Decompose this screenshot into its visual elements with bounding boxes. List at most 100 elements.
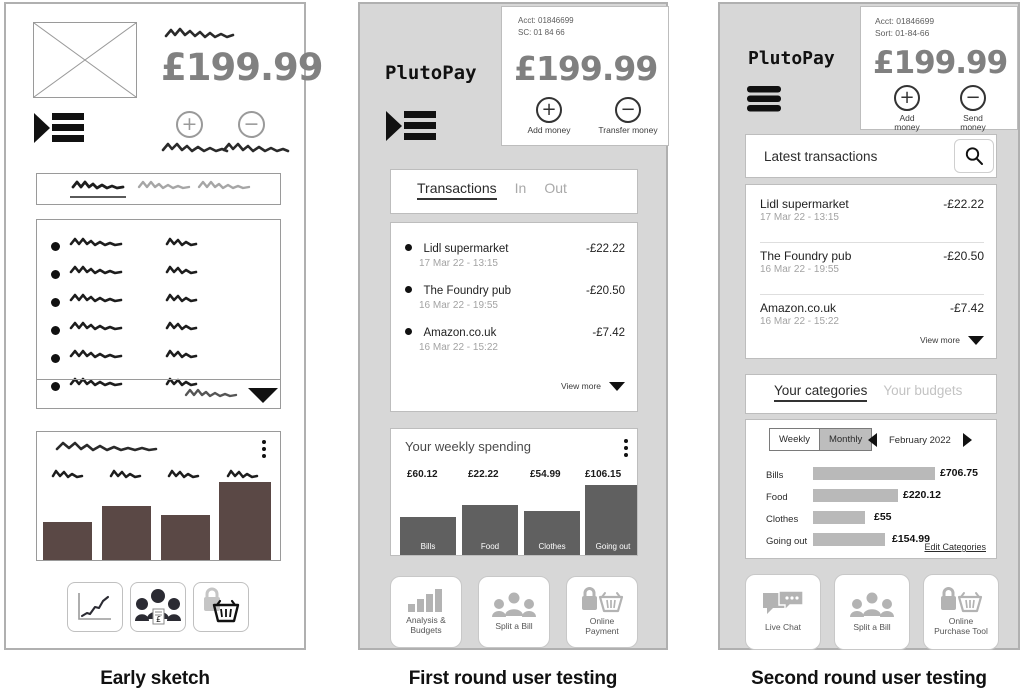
- transaction-amount: -£7.42: [592, 327, 625, 339]
- scribble-tab-in: [137, 180, 191, 190]
- transaction-name-wrap: Amazon.co.uk: [405, 323, 496, 341]
- scribble-bar-value: [167, 469, 200, 479]
- transaction-name-wrap: The Foundry pub: [405, 281, 511, 299]
- nav-label: Online Payment: [585, 616, 619, 636]
- search-input[interactable]: Latest transactions: [764, 149, 877, 164]
- view-more-button[interactable]: View more: [920, 335, 984, 345]
- tab-in[interactable]: In: [515, 180, 527, 200]
- transfer-money-button[interactable]: −: [238, 111, 265, 138]
- scribble-txn-amount: [165, 321, 198, 331]
- sketch-view-more-row[interactable]: [36, 379, 281, 409]
- edit-categories-link[interactable]: Edit Categories: [924, 542, 986, 552]
- segment-monthly[interactable]: Monthly: [818, 429, 872, 450]
- chart-menu-icon[interactable]: [262, 440, 266, 458]
- transactions-tab-bar[interactable]: Transactions In Out: [390, 169, 638, 214]
- sort-code: SC: 01 84 66: [518, 27, 565, 37]
- tab-your-budgets[interactable]: Your budgets: [883, 383, 962, 402]
- transaction-row[interactable]: Lidl supermarket -£22.22 17 Mar 22 - 13:…: [760, 197, 984, 223]
- sketch-phone-frame: £199.99 + − £: [4, 2, 324, 650]
- nav-label: Split a Bill: [495, 621, 533, 632]
- chart-menu-icon[interactable]: [624, 439, 628, 457]
- lock-basket-icon: [941, 587, 983, 613]
- scribble-bar-value: [109, 469, 142, 479]
- view-more-button[interactable]: View more: [561, 381, 625, 391]
- transaction-row[interactable]: Amazon.co.uk -£7.42 16 Mar 22 - 15:22: [760, 301, 984, 327]
- category-label-bills: Bills: [766, 470, 784, 481]
- transaction-name-wrap: Lidl supermarket: [405, 239, 508, 257]
- segment-weekly[interactable]: Weekly: [770, 429, 819, 450]
- transaction-row[interactable]: Lidl supermarket -£22.22 17 Mar 22 - 13:…: [405, 239, 625, 269]
- tab-transactions[interactable]: Transactions: [417, 180, 497, 200]
- bar-label-bills: Bills: [420, 542, 436, 551]
- hbar-clothes: [813, 511, 865, 524]
- categories-tab-bar[interactable]: Your categories Your budgets: [745, 374, 997, 414]
- search-button[interactable]: [954, 139, 994, 173]
- nav-split-bill-button[interactable]: £: [130, 582, 186, 632]
- plus-icon: +: [536, 97, 562, 123]
- transaction-row[interactable]: The Foundry pub -£20.50 16 Mar 22 - 19:5…: [760, 249, 984, 275]
- next-month-icon[interactable]: [962, 433, 972, 447]
- bar-value-clothes: £54.99: [530, 469, 561, 480]
- add-money-button[interactable]: +: [176, 111, 203, 138]
- tab-out[interactable]: Out: [544, 180, 567, 200]
- app-logo: PlutoPay: [748, 48, 835, 69]
- add-money-label: Add money: [894, 113, 920, 133]
- nav-split-bill-button[interactable]: Split a Bill: [834, 574, 910, 650]
- search-icon: [965, 147, 983, 165]
- transaction-amount: -£20.50: [585, 285, 625, 297]
- balance-amount: £199.99: [161, 46, 324, 89]
- scribble-txn-amount: [165, 237, 198, 247]
- tab-your-categories[interactable]: Your categories: [774, 383, 868, 402]
- nav-label: Analysis & Budgets: [406, 615, 446, 635]
- chevron-down-icon: [609, 381, 625, 391]
- transaction-amount: -£20.50: [943, 249, 984, 263]
- bar-going-out: [219, 482, 271, 560]
- nav-analysis-button[interactable]: [67, 582, 123, 632]
- panel-caption-first-round: First round user testing: [408, 668, 618, 689]
- transfer-money-button[interactable]: − Transfer money: [590, 97, 666, 135]
- bar-value-food: £22.22: [468, 469, 499, 480]
- sketch-tab-bar[interactable]: [36, 173, 281, 205]
- scribble-txn-amount: [165, 349, 198, 359]
- scribble-txn-name: [69, 321, 123, 331]
- transaction-list-card: Lidl supermarket -£22.22 17 Mar 22 - 13:…: [390, 222, 638, 412]
- nav-online-payment-button[interactable]: Online Payment: [566, 576, 638, 648]
- scribble-tab-active: [71, 180, 125, 190]
- category-value-food: £220.12: [903, 489, 941, 501]
- hamburger-menu-icon[interactable]: [747, 86, 781, 117]
- transfer-money-label: Transfer money: [598, 125, 658, 135]
- search-bar[interactable]: Latest transactions: [745, 134, 997, 178]
- menu-play-icon[interactable]: [386, 109, 436, 148]
- add-money-button[interactable]: + Add money: [879, 85, 935, 133]
- category-value-clothes: £55: [874, 511, 892, 523]
- transaction-date: 17 Mar 22 - 13:15: [419, 258, 498, 269]
- app-logo: PlutoPay: [385, 62, 477, 84]
- row-divider: [760, 294, 984, 295]
- bar-food: [102, 506, 151, 560]
- account-summary-card: Acct: 01846699 SC: 01 84 66 £199.99 + Ad…: [501, 6, 669, 146]
- category-label-food: Food: [766, 492, 788, 503]
- transaction-row[interactable]: The Foundry pub -£20.50 16 Mar 22 - 19:5…: [405, 281, 625, 311]
- bullet-icon: [51, 326, 60, 335]
- menu-play-icon[interactable]: [34, 111, 84, 150]
- nav-analysis-budgets-button[interactable]: Analysis & Budgets: [390, 576, 462, 648]
- scribble-tab-out: [197, 180, 251, 190]
- send-money-button[interactable]: − Send money: [945, 85, 1001, 133]
- prev-month-icon[interactable]: [868, 433, 877, 447]
- scribble-bar-value: [226, 469, 259, 479]
- chevron-down-icon[interactable]: [248, 388, 278, 403]
- month-navigator[interactable]: February 2022: [868, 433, 972, 447]
- add-money-button[interactable]: + Add money: [516, 97, 582, 135]
- scribble-bar-value: [51, 469, 84, 479]
- nav-live-chat-button[interactable]: Live Chat: [745, 574, 821, 650]
- nav-online-payment-button[interactable]: [193, 582, 249, 632]
- transaction-row[interactable]: Amazon.co.uk -£7.42 16 Mar 22 - 15:22: [405, 323, 625, 353]
- first-round-phone-frame: PlutoPay Acct: 01846699 SC: 01 84 66 £19…: [358, 2, 669, 650]
- nav-split-bill-button[interactable]: Split a Bill: [478, 576, 550, 648]
- categories-breakdown-card: Weekly Monthly February 2022 Bills £706.…: [745, 419, 997, 559]
- hbar-bills: [813, 467, 935, 480]
- period-toggle[interactable]: Weekly Monthly: [769, 428, 873, 451]
- bullet-icon: [51, 270, 60, 279]
- panel-caption-early-sketch: Early sketch: [100, 668, 210, 689]
- nav-online-purchase-button[interactable]: Online Purchase Tool: [923, 574, 999, 650]
